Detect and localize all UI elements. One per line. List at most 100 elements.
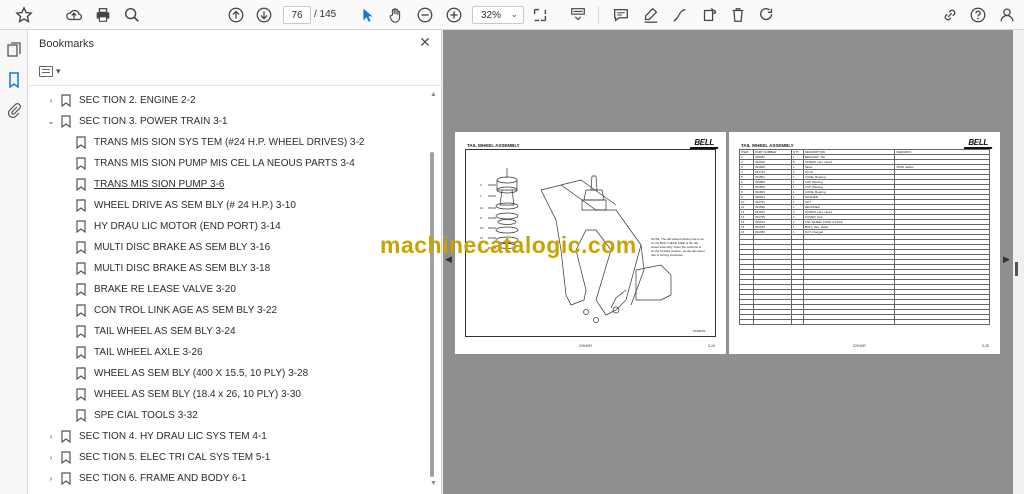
svg-text:2: 2 [480,183,482,187]
bookmark-label: BRAKE RE LEASE VALVE 3-20 [94,284,236,295]
svg-text:9: 9 [480,216,482,220]
bookmark-item[interactable]: SPE CIAL TOOLS 3-32 [28,405,426,426]
bookmark-item[interactable]: MULTI DISC BRAKE AS SEM BLY 3-16 [28,237,426,258]
page-footer-number: 3-25 [982,344,990,348]
table-cell [790,319,804,325]
table-cell [802,319,896,325]
bookmark-icon [76,241,86,254]
bookmark-item[interactable]: WHEEL AS SEM BLY (18.4 x 26, 10 PLY) 3-3… [28,384,426,405]
bookmark-section[interactable]: › SEC TION 4. HY DRAU LIC SYS TEM 4-1 [28,426,426,447]
bookmark-section[interactable]: › SEC TION 6. FRAME AND BODY 6-1 [28,468,426,489]
bookmark-section[interactable]: ⌄ SEC TION 3. POWER TRAIN 3-1 [28,111,426,132]
bookmark-item[interactable]: WHEEL DRIVE AS SEM BLY (# 24 H.P.) 3-10 [28,195,426,216]
panel-title: Bookmarks [39,38,95,50]
bookmark-icon [61,115,71,128]
bookmark-item[interactable]: TAIL WHEEL AXLE 3-26 [28,342,426,363]
fit-page-icon[interactable] [530,5,550,25]
attachment-icon[interactable] [4,100,24,120]
scroll-down-icon[interactable]: ▼ [430,480,437,487]
search-icon[interactable] [122,5,142,25]
redo-icon[interactable] [757,5,777,25]
svg-text:8: 8 [480,246,482,250]
chevron-right-icon[interactable]: › [46,453,56,462]
panel-scrollbar[interactable] [430,152,434,477]
page-total-label: / 145 [314,9,337,20]
cursor-icon[interactable] [357,5,377,25]
document-scroll-thumb[interactable] [1015,262,1018,276]
bookmark-label: WHEEL AS SEM BLY (400 X 15.5, 10 PLY) 3-… [94,368,309,379]
page-number-input[interactable]: 76 [283,6,311,24]
share-link-icon[interactable] [940,5,960,25]
table-cell [739,319,754,325]
comment-icon[interactable] [611,5,631,25]
pdf-page-left: TAIL WHEEL ASSEMBLY BELL 2 1 13 9 10 11 … [455,132,726,354]
bookmark-options-button[interactable]: ▾ [39,63,65,79]
zoom-out-icon[interactable] [415,5,435,25]
svg-text:11: 11 [480,236,483,240]
bookmarks-panel: Bookmarks ✕ ▾ › SEC TION 2. ENGINE 2-2 ⌄ SE… [28,30,442,494]
star-icon[interactable] [14,5,34,25]
hand-icon[interactable] [386,5,406,25]
bookmark-item[interactable]: HY DRAU LIC MOTOR (END PORT) 3-14 [28,216,426,237]
page-heading: TAIL WHEEL ASSEMBLY [741,143,794,148]
bookmark-item[interactable]: WHEEL AS SEM BLY (400 X 15.5, 10 PLY) 3-… [28,363,426,384]
highlight-icon[interactable] [641,5,661,25]
bookmark-label: WHEEL AS SEM BLY (18.4 x 26, 10 PLY) 3-3… [94,389,301,400]
bookmark-item[interactable]: CON TROL LINK AGE AS SEM BLY 3-22 [28,300,426,321]
expand-right-icon[interactable]: ▶ [1003,254,1010,265]
chevron-right-icon[interactable]: › [46,432,56,441]
bookmark-icon [76,388,86,401]
chevron-right-icon[interactable]: › [46,96,56,105]
bookmark-item[interactable]: MULTI DISC BRAKE AS SEM BLY 3-18 [28,258,426,279]
zoom-in-icon[interactable] [444,5,464,25]
chevron-right-icon[interactable]: › [46,474,56,483]
pages-icon[interactable] [4,40,24,60]
bookmark-icon [61,451,71,464]
navigation-rail [0,30,28,494]
page-down-icon[interactable] [254,5,274,25]
zoom-select[interactable]: 32% ⌄ [472,6,524,24]
bookmark-icon [76,178,86,191]
bookmark-label: SEC TION 2. ENGINE 2-2 [79,95,196,106]
chevron-down-icon[interactable]: ⌄ [46,117,56,126]
collapse-left-icon[interactable]: ◀ [445,254,452,265]
svg-text:10: 10 [480,226,484,230]
help-icon[interactable] [968,5,988,25]
bookmark-item[interactable]: BRAKE RE LEASE VALVE 3-20 [28,279,426,300]
print-icon[interactable] [93,5,113,25]
bookmark-label: SEC TION 4. HY DRAU LIC SYS TEM 4-1 [79,431,267,442]
bookmark-item[interactable]: TAIL WHEEL AS SEM BLY 3-24 [28,321,426,342]
figure-id: P10818S [693,329,706,333]
bookmarks-icon[interactable] [4,70,24,90]
bookmark-section[interactable]: › SEC TION 2. ENGINE 2-2 [28,90,426,111]
page-up-icon[interactable] [226,5,246,25]
bookmark-icon [76,220,86,233]
page-footer-code: 22H40R [853,344,866,348]
bookmark-icon [76,136,86,149]
bookmark-item[interactable]: TRANS MIS SION PUMP MIS CEL LA NEOUS PAR… [28,153,426,174]
bookmark-section[interactable]: › SEC TION 5. ELEC TRI CAL SYS TEM 5-1 [28,447,426,468]
rotate-icon[interactable] [699,5,719,25]
bookmark-label: TRANS MIS SION PUMP MIS CEL LA NEOUS PAR… [94,158,355,169]
zoom-value: 32% [481,9,502,21]
page-footer-code: 22H40R [579,344,592,348]
panel-divider [28,85,442,86]
sign-icon[interactable] [670,5,690,25]
bookmark-item[interactable]: TRANS MIS SION SYS TEM (#24 H.P. WHEEL D… [28,132,426,153]
upload-icon[interactable] [64,5,84,25]
bookmark-icon [76,157,86,170]
bookmark-icon [76,199,86,212]
scroll-up-icon[interactable]: ▲ [430,91,437,98]
bookmark-icon [76,409,86,422]
account-icon[interactable] [997,5,1017,25]
bookmark-icon [61,94,71,107]
scroll-mode-icon[interactable] [568,5,588,25]
toolbar-divider [598,6,599,24]
bookmark-icon [76,283,86,296]
bookmark-icon [61,472,71,485]
close-icon[interactable]: ✕ [417,34,433,50]
delete-icon[interactable] [728,5,748,25]
bookmark-item[interactable]: TRANS MIS SION PUMP 3-6 [28,174,426,195]
bookmark-label: SEC TION 3. POWER TRAIN 3-1 [79,116,228,127]
chevron-down-icon: ⌄ [510,9,518,19]
